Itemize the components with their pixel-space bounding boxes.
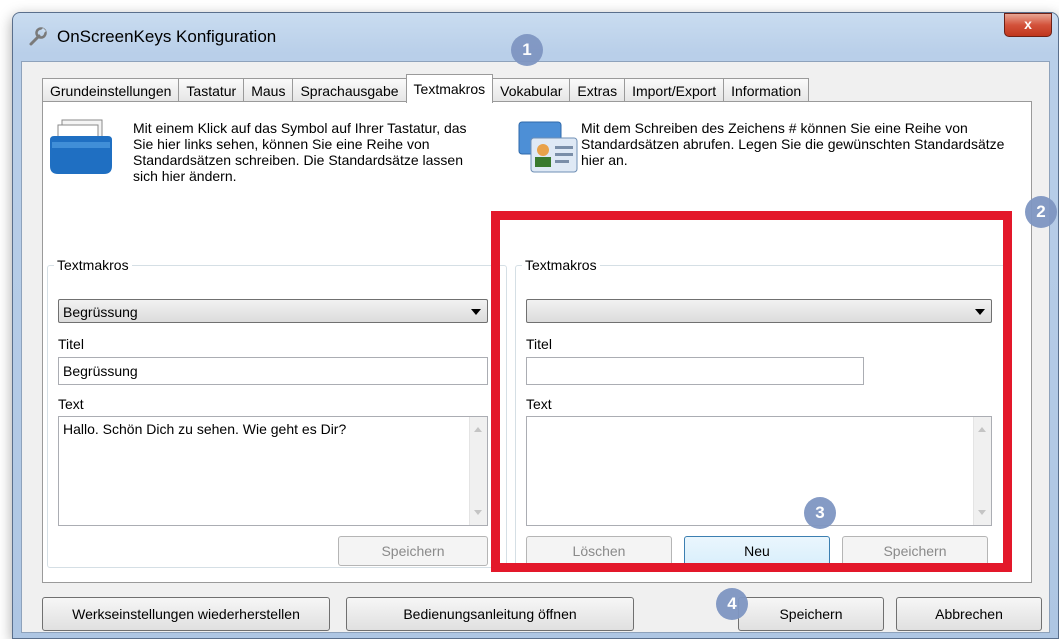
left-titel-input[interactable]: Begrüssung <box>58 357 488 385</box>
wrench-icon <box>29 27 47 46</box>
tab-information[interactable]: Information <box>723 78 810 103</box>
left-group-title: Textmakros <box>54 257 132 273</box>
tab-maus[interactable]: Maus <box>243 78 294 103</box>
step-badge-2: 2 <box>1025 196 1057 228</box>
left-text-value: Hallo. Schön Dich zu sehen. Wie geht es … <box>63 421 347 437</box>
tab-grundeinstellungen[interactable]: Grundeinstellungen <box>42 78 180 103</box>
tab-extras[interactable]: Extras <box>569 78 626 103</box>
save-button[interactable]: Speichern <box>738 597 884 631</box>
left-text-label: Text <box>58 396 84 412</box>
tab-import-export[interactable]: Import/Export <box>624 78 725 103</box>
chevron-down-icon <box>471 309 481 315</box>
step-badge-1: 1 <box>511 34 543 66</box>
folder-stack-icon <box>50 119 112 174</box>
cancel-button[interactable]: Abbrechen <box>896 597 1042 631</box>
left-textmakro-combo[interactable]: Begrüssung <box>58 299 488 323</box>
contact-cards-icon <box>518 121 578 173</box>
left-combo-value: Begrüssung <box>63 304 138 320</box>
tab-textmakros[interactable]: Textmakros <box>405 74 494 103</box>
reset-defaults-button[interactable]: Werkseinstellungen wiederherstellen <box>42 597 330 631</box>
close-button[interactable]: x <box>1004 13 1052 37</box>
right-intro-text: Mit dem Schreiben des Zeichens # können … <box>581 120 1005 168</box>
left-text-scrollbar[interactable] <box>469 417 487 525</box>
left-titel-label: Titel <box>58 336 84 352</box>
tab-vokabular[interactable]: Vokabular <box>492 78 571 103</box>
tab-strip: Grundeinstellungen Tastatur Maus Spracha… <box>42 74 810 103</box>
left-textmakros-group: Textmakros Begrüssung Titel Begrüssung T… <box>47 257 507 568</box>
left-intro-text: Mit einem Klick auf das Symbol auf Ihrer… <box>133 120 467 184</box>
step-badge-3: 3 <box>804 497 836 529</box>
tab-tastatur[interactable]: Tastatur <box>178 78 245 103</box>
left-save-button[interactable]: Speichern <box>338 536 488 566</box>
tab-sprachausgabe[interactable]: Sprachausgabe <box>292 78 407 103</box>
open-manual-button[interactable]: Bedienungsanleitung öffnen <box>346 597 634 631</box>
left-text-area[interactable]: Hallo. Schön Dich zu sehen. Wie geht es … <box>58 416 488 526</box>
scroll-up-icon[interactable] <box>474 427 482 432</box>
window-title: OnScreenKeys Konfiguration <box>57 27 277 46</box>
scroll-down-icon[interactable] <box>474 510 482 515</box>
highlight-frame <box>491 211 1012 572</box>
step-badge-4: 4 <box>716 588 748 620</box>
